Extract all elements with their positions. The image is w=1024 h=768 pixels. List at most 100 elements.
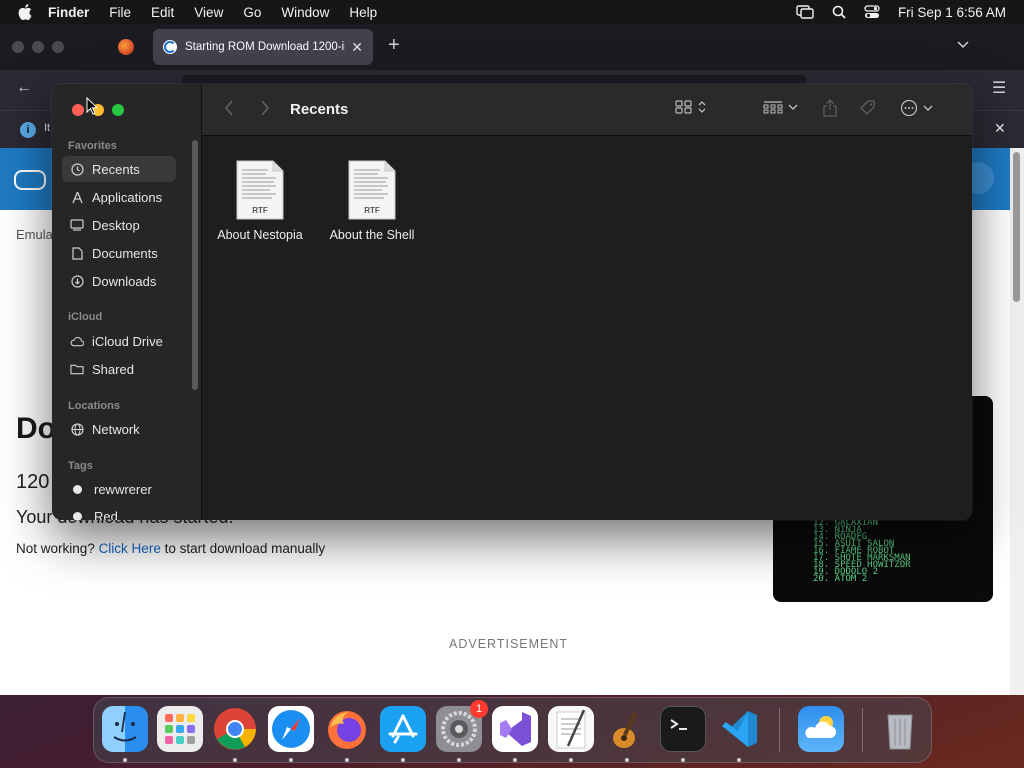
menu-go[interactable]: Go <box>243 5 261 20</box>
sidebar-scrollbar[interactable] <box>192 140 198 390</box>
close-window-button[interactable] <box>12 41 24 53</box>
back-arrow-icon[interactable]: ← <box>16 79 32 97</box>
sidebar-item-network[interactable]: Network <box>62 416 176 442</box>
forward-chevron-icon[interactable] <box>260 100 270 121</box>
settings-icon[interactable]: 1 <box>436 700 488 752</box>
firefox-tab-bar: Starting ROM Download 1200-in-1 ✕ + <box>0 24 1024 70</box>
group-by-button[interactable] <box>763 99 798 115</box>
sidebar-item-recents[interactable]: Recents <box>62 156 176 182</box>
trash-icon[interactable] <box>877 706 923 752</box>
sidebar-item-tag-red[interactable]: Red <box>62 503 176 520</box>
running-indicator <box>513 758 517 762</box>
rtf-document-icon: RTF <box>236 160 284 220</box>
file-item[interactable]: RTF About Nestopia <box>205 160 315 242</box>
weather-icon[interactable] <box>798 706 844 752</box>
notification-close-icon[interactable]: ✕ <box>994 120 1006 137</box>
sidebar-item-label: iCloud Drive <box>92 333 163 349</box>
launchpad-icon[interactable] <box>157 706 203 752</box>
sidebar-item-documents[interactable]: Documents <box>62 240 176 266</box>
app-store-icon[interactable] <box>380 706 426 752</box>
sidebar-item-applications[interactable]: Applications <box>62 184 176 210</box>
sidebar-item-downloads[interactable]: Downloads <box>62 268 176 294</box>
spotlight-search-icon[interactable] <box>832 5 846 19</box>
more-actions-button[interactable] <box>900 99 933 117</box>
finder-sidebar: Favorites Recents Applications Desktop D… <box>52 84 202 520</box>
file-name: About Nestopia <box>217 228 303 242</box>
sidebar-item-label: Recents <box>92 161 140 177</box>
screen-mirroring-icon[interactable] <box>796 5 814 19</box>
menu-file[interactable]: File <box>109 5 131 20</box>
shared-folder-icon <box>70 362 84 376</box>
finder-icon[interactable] <box>102 706 148 752</box>
control-center-icon[interactable] <box>864 5 880 19</box>
dock-separator <box>779 708 780 752</box>
share-icon[interactable] <box>822 99 838 117</box>
menu-app-name[interactable]: Finder <box>48 5 89 20</box>
visual-studio-icon[interactable] <box>492 706 538 752</box>
menu-help[interactable]: Help <box>349 5 377 20</box>
tab-title: Starting ROM Download 1200-in-1 <box>185 41 346 53</box>
terminal-icon[interactable] <box>660 706 706 752</box>
minimize-window-button[interactable] <box>32 41 44 53</box>
group-icon <box>763 101 783 114</box>
section-locations: Locations <box>68 400 120 412</box>
tag-icon[interactable] <box>859 99 877 117</box>
finder-toolbar: Recents <box>202 84 972 136</box>
page-subheading: 120 <box>16 471 50 493</box>
menu-window[interactable]: Window <box>281 5 329 20</box>
sidebar-item-label: Documents <box>92 245 158 261</box>
browser-tab-active[interactable]: Starting ROM Download 1200-in-1 ✕ <box>153 29 373 65</box>
rtf-document-icon: RTF <box>348 160 396 220</box>
vscode-icon[interactable] <box>716 706 762 752</box>
running-indicator <box>681 758 685 762</box>
safari-icon[interactable] <box>268 706 314 752</box>
finder-content: RTF About Nestopia RTF About the Shell <box>202 136 972 520</box>
sidebar-item-shared[interactable]: Shared <box>62 356 176 382</box>
garageband-icon[interactable] <box>604 706 650 752</box>
dock: 1 <box>93 697 932 763</box>
running-indicator <box>457 758 461 762</box>
firefox-view-icon[interactable] <box>118 39 134 55</box>
view-mode-button[interactable] <box>675 99 707 115</box>
breadcrumb[interactable]: Emula <box>16 227 53 242</box>
page-scroll-thumb[interactable] <box>1013 152 1020 302</box>
sidebar-item-icloud-drive[interactable]: iCloud Drive <box>62 328 176 354</box>
running-indicator <box>625 758 629 762</box>
rom-list-entry: 20. ATOM 2 <box>813 574 868 584</box>
running-indicator <box>289 758 293 762</box>
menu-bar: Finder File Edit View Go Window Help Fri… <box>0 0 1024 24</box>
close-button[interactable] <box>72 104 84 116</box>
section-favorites: Favorites <box>68 140 117 152</box>
rom-game-list: 12. GALAXIAN 13. NINJA 14. ROADFG 15. ASUIT… <box>813 519 911 584</box>
window-title: Recents <box>290 101 349 118</box>
textedit-icon[interactable] <box>548 706 594 752</box>
firefox-icon[interactable] <box>324 706 370 752</box>
chrome-icon[interactable] <box>212 706 258 752</box>
menu-clock[interactable]: Fri Sep 1 6:56 AM <box>898 5 1006 20</box>
sidebar-item-desktop[interactable]: Desktop <box>62 212 176 238</box>
finder-window: Favorites Recents Applications Desktop D… <box>52 84 972 520</box>
new-tab-button[interactable]: + <box>388 34 400 57</box>
gamepad-logo-icon[interactable] <box>14 170 46 190</box>
fullscreen-button[interactable] <box>112 104 124 116</box>
list-all-tabs-icon[interactable] <box>957 36 969 52</box>
tab-close-icon[interactable]: ✕ <box>351 39 363 56</box>
zoom-window-button[interactable] <box>52 41 64 53</box>
menu-hamburger-icon[interactable]: ☰ <box>992 78 1006 98</box>
file-name: About the Shell <box>329 228 415 242</box>
globe-icon <box>70 422 84 436</box>
section-icloud: iCloud <box>68 311 103 323</box>
page-heading: Do <box>16 412 56 445</box>
download-icon <box>70 274 84 288</box>
site-favicon <box>163 40 177 54</box>
mouse-cursor-icon <box>86 97 98 115</box>
sidebar-item-tag-rewwrerer[interactable]: rewwrerer <box>62 476 176 502</box>
notification-badge: 1 <box>470 700 488 718</box>
click-here-link[interactable]: Click Here <box>99 541 161 556</box>
manual-download-line: Not working? Click Here to start downloa… <box>16 541 325 556</box>
apple-menu-icon[interactable] <box>18 4 34 20</box>
file-item[interactable]: RTF About the Shell <box>317 160 427 242</box>
menu-edit[interactable]: Edit <box>151 5 174 20</box>
menu-view[interactable]: View <box>194 5 223 20</box>
back-chevron-icon[interactable] <box>224 100 234 121</box>
